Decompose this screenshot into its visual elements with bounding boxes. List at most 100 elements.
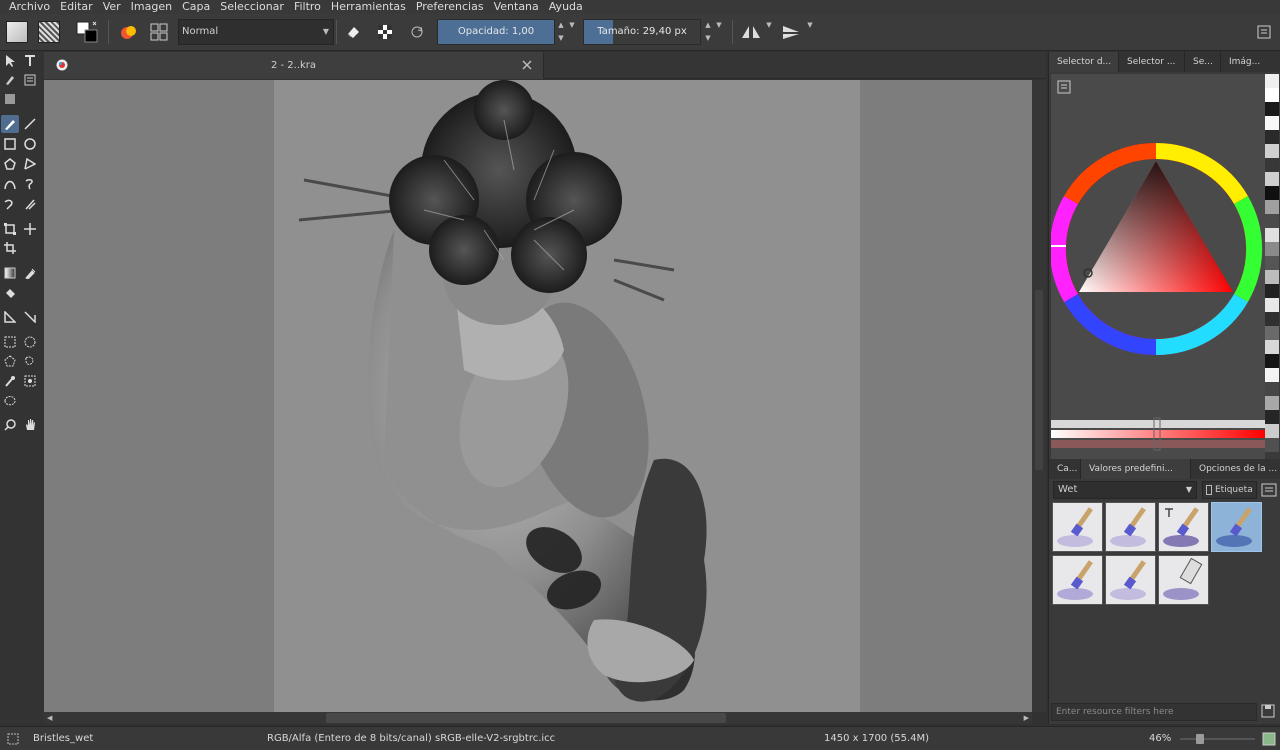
polygon-select-icon[interactable] xyxy=(1,352,19,370)
color-swatch[interactable] xyxy=(1265,116,1279,130)
menu-ayuda[interactable]: Ayuda xyxy=(544,0,588,14)
zoom-slider-knob[interactable] xyxy=(1196,734,1204,744)
chevron-down-icon[interactable]: ▼ xyxy=(805,19,815,45)
zoom-level[interactable]: 46% xyxy=(1149,727,1171,750)
chevron-down-icon[interactable]: ▼ xyxy=(567,19,577,45)
menu-filtro[interactable]: Filtro xyxy=(289,0,326,14)
tab-ca[interactable]: Ca... xyxy=(1049,459,1081,479)
assistant-tool-icon[interactable] xyxy=(21,308,39,326)
selection-mode-icon[interactable] xyxy=(7,733,19,748)
color-swatch[interactable] xyxy=(1265,354,1279,368)
tab-brush-presets[interactable]: Valores predefini... xyxy=(1081,459,1191,479)
tab-color-selector-2[interactable]: Selector ... xyxy=(1119,52,1185,72)
color-swatch[interactable] xyxy=(1265,214,1279,228)
canvas-viewport[interactable] xyxy=(44,80,1032,712)
menu-ver[interactable]: Ver xyxy=(98,0,126,14)
save-icon[interactable] xyxy=(1261,704,1275,721)
color-swatch[interactable] xyxy=(1265,382,1279,396)
ellipse-select-icon[interactable] xyxy=(21,333,39,351)
brush-preset-thumbnail[interactable] xyxy=(1211,502,1262,552)
pattern-icon[interactable] xyxy=(36,19,62,45)
horizontal-scrollbar-thumb[interactable] xyxy=(326,713,726,723)
color-swatch[interactable] xyxy=(1265,256,1279,270)
vertical-scrollbar-thumb[interactable] xyxy=(1035,290,1043,470)
gradient-tool-icon[interactable] xyxy=(1,264,19,282)
calligraphy-icon[interactable] xyxy=(21,71,39,89)
color-swatch[interactable] xyxy=(1265,74,1279,88)
rect-select-icon[interactable] xyxy=(1,333,19,351)
preset-tag-select[interactable]: Wet ▼ xyxy=(1053,481,1197,499)
menu-editar[interactable]: Editar xyxy=(55,0,98,14)
mirror-vertical-icon[interactable] xyxy=(778,19,804,45)
menu-capa[interactable]: Capa xyxy=(177,0,215,14)
ellipse-tool-icon[interactable] xyxy=(21,135,39,153)
color-swatch[interactable] xyxy=(1265,228,1279,242)
brush-preset-thumbnail[interactable] xyxy=(1105,502,1156,552)
color-swatch[interactable] xyxy=(1265,396,1279,410)
color-swatch[interactable] xyxy=(1265,270,1279,284)
color-swatch[interactable] xyxy=(1265,200,1279,214)
brush-settings-icon[interactable] xyxy=(146,19,172,45)
color-swatch[interactable] xyxy=(1265,410,1279,424)
toolbar-settings-icon[interactable] xyxy=(1251,19,1277,45)
menu-imagen[interactable]: Imagen xyxy=(126,0,177,14)
color-swatch[interactable] xyxy=(1265,186,1279,200)
color-swatch[interactable] xyxy=(1265,158,1279,172)
similar-select-icon[interactable] xyxy=(21,372,39,390)
menu-ventana[interactable]: Ventana xyxy=(489,0,544,14)
multibrush-icon[interactable] xyxy=(21,195,39,213)
freehand-select-icon[interactable] xyxy=(21,352,39,370)
document-tab[interactable]: 2 - 2..kra xyxy=(44,52,544,79)
scroll-left-arrow-icon[interactable]: ◀ xyxy=(47,712,52,724)
mirror-horizontal-icon[interactable] xyxy=(738,19,764,45)
scroll-right-arrow-icon[interactable]: ▶ xyxy=(1024,712,1029,724)
contiguous-select-icon[interactable] xyxy=(1,372,19,390)
bezier-select-icon[interactable] xyxy=(1,392,19,410)
select-shapes-icon[interactable] xyxy=(1,52,19,70)
measure-tool-icon[interactable] xyxy=(1,308,19,326)
color-wheel[interactable] xyxy=(1051,74,1265,459)
color-swatch[interactable] xyxy=(1265,438,1279,452)
document-canvas[interactable] xyxy=(274,80,860,712)
menu-seleccionar[interactable]: Seleccionar xyxy=(215,0,289,14)
foreground-background-color-icon[interactable] xyxy=(74,19,100,45)
zoom-tool-icon[interactable] xyxy=(1,416,19,434)
reload-preset-icon[interactable] xyxy=(404,19,430,45)
color-swatch[interactable] xyxy=(1265,242,1279,256)
color-swatch[interactable] xyxy=(1265,424,1279,438)
menu-preferencias[interactable]: Preferencias xyxy=(411,0,489,14)
color-swatch[interactable] xyxy=(1265,284,1279,298)
freehand-brush-icon[interactable] xyxy=(1,115,19,133)
color-swatch[interactable] xyxy=(1265,172,1279,186)
color-swatch[interactable] xyxy=(1265,368,1279,382)
edit-shapes-icon[interactable] xyxy=(1,71,19,89)
brush-preset-thumbnail[interactable] xyxy=(1052,555,1103,605)
menu-archivo[interactable]: Archivo xyxy=(4,0,55,14)
brush-preset-thumbnail[interactable] xyxy=(1158,502,1209,552)
brush-preset-thumbnail[interactable] xyxy=(1105,555,1156,605)
rectangle-tool-icon[interactable] xyxy=(1,135,19,153)
preserve-alpha-icon[interactable] xyxy=(372,19,398,45)
color-swatch[interactable] xyxy=(1265,102,1279,116)
advanced-color-selector[interactable] xyxy=(1051,74,1265,459)
color-swatch[interactable] xyxy=(1265,130,1279,144)
vertical-scrollbar[interactable] xyxy=(1032,80,1046,712)
blend-mode-select[interactable]: Normal ▼ xyxy=(178,19,334,45)
opacity-slider[interactable]: Opacidad: 1,00 xyxy=(437,19,555,45)
eraser-icon[interactable] xyxy=(340,19,366,45)
crop-tool-icon[interactable] xyxy=(1,239,19,257)
move-tool-icon[interactable] xyxy=(21,220,39,238)
size-slider[interactable]: Tamaño: 29,40 px xyxy=(583,19,701,45)
color-history-swatches[interactable] xyxy=(1265,74,1279,459)
color-swatch[interactable] xyxy=(1265,340,1279,354)
horizontal-scrollbar[interactable]: ◀ ▶ xyxy=(44,712,1032,724)
tab-se[interactable]: Se... xyxy=(1185,52,1221,72)
chevron-down-icon[interactable]: ▼ xyxy=(764,19,774,45)
fill-bucket-icon[interactable] xyxy=(1,284,19,302)
preset-view-options-icon[interactable] xyxy=(1261,482,1277,501)
brush-presets-icon[interactable] xyxy=(116,19,142,45)
close-icon[interactable] xyxy=(521,59,533,74)
line-tool-icon[interactable] xyxy=(21,115,39,133)
size-spin-arrows[interactable]: ▲ ▼ xyxy=(703,19,713,45)
freehand-path-icon[interactable] xyxy=(21,175,39,193)
